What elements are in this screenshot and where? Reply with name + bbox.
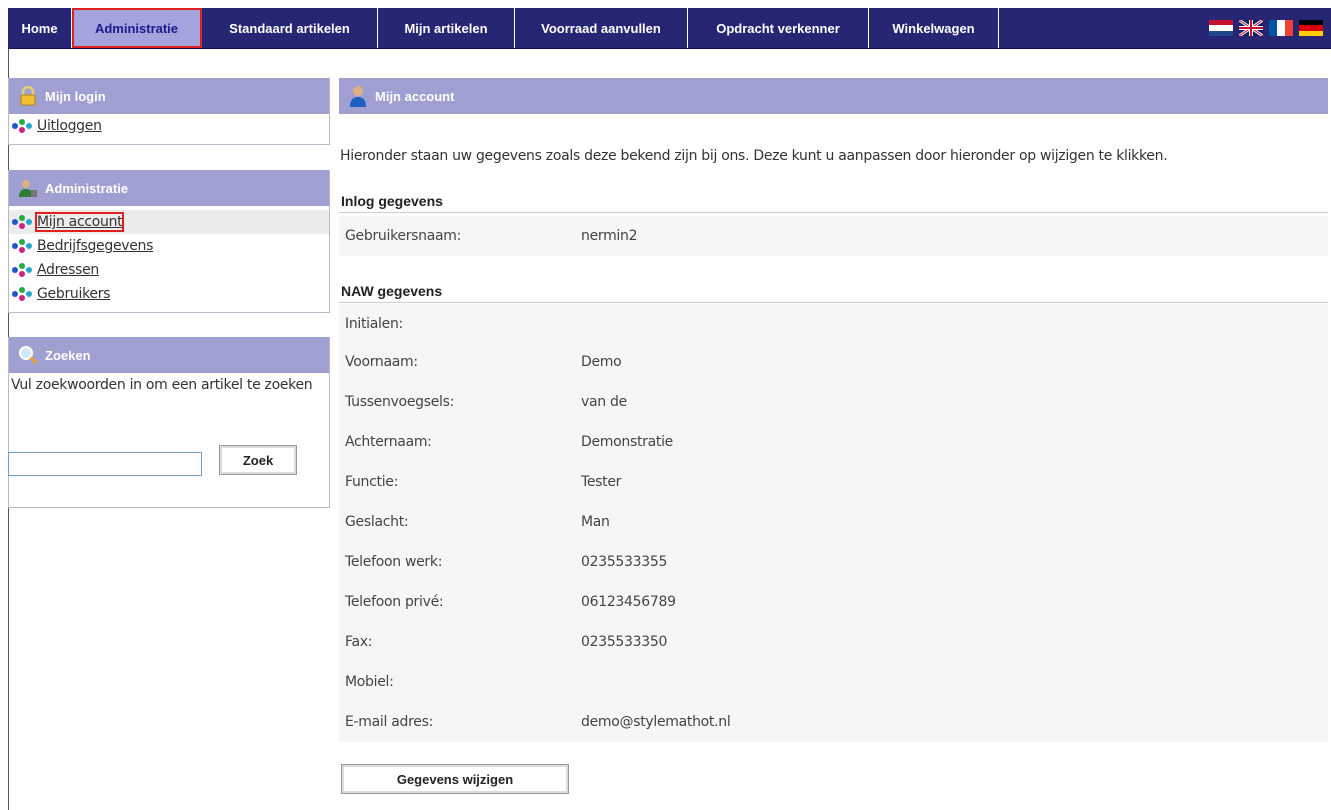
- field-row-mobiel: Mobiel:: [339, 662, 1328, 702]
- user-icon: [347, 85, 369, 107]
- bullet-icon: [12, 239, 32, 253]
- field-value: 06123456789: [581, 594, 676, 610]
- naw-section-title: NAW gegevens: [341, 283, 443, 299]
- field-label: Mobiel:: [345, 674, 394, 690]
- field-value: van de: [581, 394, 627, 410]
- field-value: demo@stylemathot.nl: [581, 714, 731, 730]
- admin-header: Administratie: [9, 170, 329, 206]
- magnifier-icon: [17, 345, 39, 365]
- field-value: Man: [581, 514, 610, 530]
- login-header: Mijn login: [9, 78, 329, 114]
- top-navigation: Home Administratie Standaard artikelen M…: [8, 8, 1331, 49]
- tab-standaard-artikelen[interactable]: Standaard artikelen: [202, 8, 378, 48]
- field-row-gebruikersnaam: Gebruikersnaam: nermin2: [339, 216, 1328, 256]
- login-block: Mijn login Uitloggen: [8, 78, 330, 145]
- login-section-title: Inlog gegevens: [341, 193, 443, 209]
- tab-opdracht-verkenner[interactable]: Opdracht verkenner: [688, 8, 869, 48]
- search-description: Vul zoekwoorden in om een artikel te zoe…: [11, 377, 313, 393]
- sidebar-item-label[interactable]: Gebruikers: [37, 286, 110, 302]
- tab-home[interactable]: Home: [8, 8, 72, 48]
- page-title: Mijn account: [375, 88, 455, 104]
- sidebar-item-gebruikers[interactable]: Gebruikers: [9, 282, 329, 306]
- section-divider: [339, 212, 1328, 213]
- field-label: Telefoon werk:: [345, 554, 443, 570]
- tab-mijn-artikelen[interactable]: Mijn artikelen: [378, 8, 515, 48]
- search-button[interactable]: Zoek: [219, 445, 297, 475]
- field-row-tussenvoegsels: Tussenvoegsels: van de: [339, 382, 1328, 422]
- field-value: Demo: [581, 354, 622, 370]
- field-row-achternaam: Achternaam: Demonstratie: [339, 422, 1328, 462]
- field-label: E-mail adres:: [345, 714, 433, 730]
- tab-voorraad-aanvullen[interactable]: Voorraad aanvullen: [515, 8, 688, 48]
- field-label: Achternaam:: [345, 434, 432, 450]
- bullet-icon: [12, 119, 32, 133]
- bullet-icon: [12, 215, 32, 229]
- sidebar-item-bedrijfsgegevens[interactable]: Bedrijfsgegevens: [9, 234, 329, 258]
- field-label: Fax:: [345, 634, 373, 650]
- tab-winkelwagen[interactable]: Winkelwagen: [869, 8, 999, 48]
- field-row-functie: Functie: Tester: [339, 462, 1328, 502]
- field-value: Demonstratie: [581, 434, 673, 450]
- field-label: Tussenvoegsels:: [345, 394, 455, 410]
- sidebar-item-label[interactable]: Adressen: [37, 262, 99, 278]
- search-header: Zoeken: [9, 337, 329, 373]
- bullet-icon: [12, 263, 32, 277]
- admin-title: Administratie: [45, 180, 129, 196]
- main-content: Mijn account Hieronder staan uw gegevens…: [339, 78, 1328, 794]
- edit-details-button[interactable]: Gegevens wijzigen: [341, 764, 569, 794]
- flag-nl-icon[interactable]: [1209, 20, 1233, 36]
- search-input[interactable]: [8, 452, 202, 476]
- search-title: Zoeken: [45, 347, 91, 363]
- field-label: Initialen:: [345, 316, 403, 332]
- sidebar-item-label[interactable]: Mijn account: [34, 212, 125, 232]
- bullet-icon: [12, 287, 32, 301]
- section-divider: [339, 302, 1328, 303]
- flag-uk-icon[interactable]: [1239, 20, 1263, 36]
- field-row-fax: Fax: 0235533350: [339, 622, 1328, 662]
- intro-text: Hieronder staan uw gegevens zoals deze b…: [340, 148, 1168, 164]
- search-block: Zoeken Vul zoekwoorden in om een artikel…: [8, 337, 330, 508]
- field-row-initialen: Initialen:: [339, 304, 1328, 344]
- field-label: Voornaam:: [345, 354, 418, 370]
- field-label: Geslacht:: [345, 514, 409, 530]
- field-row-voornaam: Voornaam: Demo: [339, 342, 1328, 382]
- admin-block: Administratie Mijn account Bedrijfsgegev…: [8, 170, 330, 313]
- flag-de-icon[interactable]: [1299, 20, 1323, 36]
- field-row-telefoon-werk: Telefoon werk: 0235533355: [339, 542, 1328, 582]
- field-row-geslacht: Geslacht: Man: [339, 502, 1328, 542]
- language-flags: [1209, 8, 1331, 48]
- flag-fr-icon[interactable]: [1269, 20, 1293, 36]
- main-header: Mijn account: [339, 78, 1328, 114]
- sidebar-item-mijn-account[interactable]: Mijn account: [9, 210, 329, 234]
- login-title: Mijn login: [45, 88, 106, 104]
- field-value: nermin2: [581, 228, 638, 244]
- field-row-telefoon-prive: Telefoon privé: 06123456789: [339, 582, 1328, 622]
- field-label: Functie:: [345, 474, 399, 490]
- field-label: Gebruikersnaam:: [345, 228, 462, 244]
- field-value: Tester: [581, 474, 622, 490]
- user-admin-icon: [17, 178, 39, 198]
- lock-icon: [17, 86, 39, 106]
- field-value: 0235533350: [581, 634, 668, 650]
- field-row-email: E-mail adres: demo@stylemathot.nl: [339, 702, 1328, 742]
- tab-administratie[interactable]: Administratie: [72, 8, 202, 48]
- sidebar-item-uitloggen[interactable]: Uitloggen: [9, 114, 329, 138]
- nav-filler: [999, 8, 1209, 48]
- sidebar-item-adressen[interactable]: Adressen: [9, 258, 329, 282]
- field-value: 0235533355: [581, 554, 668, 570]
- sidebar-item-label[interactable]: Uitloggen: [37, 118, 102, 134]
- field-label: Telefoon privé:: [345, 594, 444, 610]
- sidebar-item-label[interactable]: Bedrijfsgegevens: [37, 238, 153, 254]
